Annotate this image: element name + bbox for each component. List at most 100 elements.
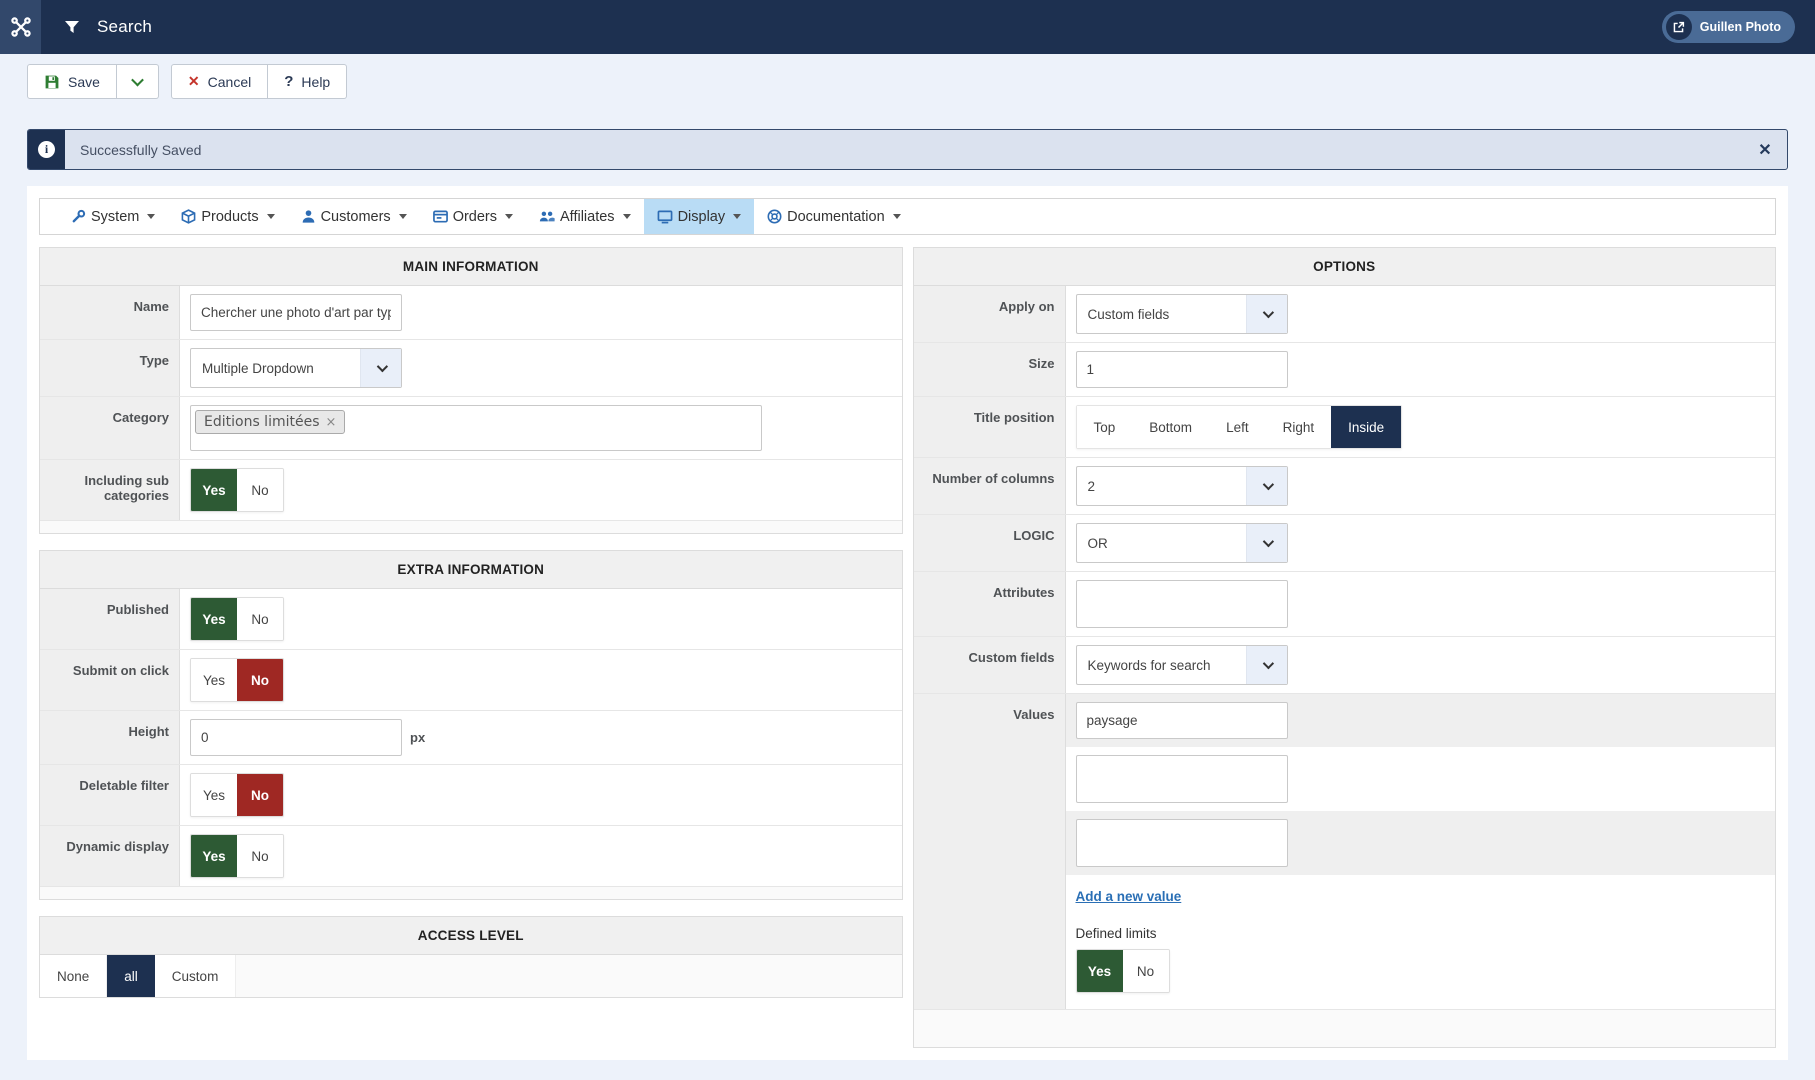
menu-item-documentation[interactable]: Documentation: [754, 199, 914, 234]
category-label: Category: [40, 397, 180, 459]
alert-message: Successfully Saved: [65, 130, 1743, 169]
type-label: Type: [40, 340, 180, 396]
toggle-yes[interactable]: Yes: [191, 469, 237, 511]
access-level-group: None all Custom: [40, 955, 902, 997]
row-height: Height px: [40, 711, 902, 765]
chevron-down-icon: [1262, 479, 1273, 490]
add-new-value-link[interactable]: Add a new value: [1076, 889, 1182, 904]
toggle-yes[interactable]: Yes: [1077, 950, 1123, 992]
row-logic: LOGIC OR: [914, 515, 1776, 572]
save-dropdown-toggle[interactable]: [117, 64, 159, 99]
card-list-icon: [433, 209, 448, 224]
apply-on-select[interactable]: Custom fields: [1076, 294, 1288, 334]
close-icon: ✕: [1758, 140, 1771, 160]
component-menu: System Products Customers: [39, 198, 1776, 235]
access-none-button[interactable]: None: [40, 955, 107, 997]
height-input[interactable]: [190, 719, 402, 756]
number-of-columns-select[interactable]: 2: [1076, 466, 1288, 506]
category-chip: Editions limitées ×: [195, 410, 345, 434]
extra-information-panel: EXTRA INFORMATION Published Yes No Submi…: [39, 550, 903, 900]
toggle-yes[interactable]: Yes: [191, 835, 237, 877]
toggle-yes[interactable]: Yes: [191, 598, 237, 640]
toggle-no[interactable]: No: [237, 659, 283, 701]
title-position-right[interactable]: Right: [1266, 406, 1332, 448]
caret-down-icon: [623, 214, 631, 219]
toggle-no[interactable]: No: [1123, 950, 1169, 992]
apply-on-label: Apply on: [914, 286, 1066, 342]
value-input-1[interactable]: [1076, 702, 1288, 739]
filter-icon[interactable]: [63, 18, 81, 36]
access-custom-button[interactable]: Custom: [155, 955, 237, 997]
alert-close-button[interactable]: ✕: [1743, 130, 1787, 169]
select-chevron-area: [1246, 467, 1287, 505]
toggle-no[interactable]: No: [237, 598, 283, 640]
chip-remove-icon[interactable]: ×: [326, 415, 337, 430]
panel-footer: [914, 1009, 1776, 1047]
attributes-input[interactable]: [1076, 580, 1288, 628]
select-chevron-area: [1246, 524, 1287, 562]
deletable-filter-label: Deletable filter: [40, 765, 180, 825]
title-position-bottom[interactable]: Bottom: [1132, 406, 1209, 448]
row-type: Type Multiple Dropdown: [40, 340, 902, 397]
row-submit-on-click: Submit on click Yes No: [40, 650, 902, 711]
help-button[interactable]: ? Help: [268, 64, 347, 99]
value-row: [1066, 747, 1776, 811]
external-link-icon: [1666, 14, 1692, 40]
site-preview-button[interactable]: Guillen Photo: [1662, 11, 1795, 43]
left-column: MAIN INFORMATION Name Type Multiple Drop…: [39, 247, 903, 1048]
monitor-icon: [657, 209, 673, 224]
custom-fields-select[interactable]: Keywords for search: [1076, 645, 1288, 685]
value-input-2[interactable]: [1076, 755, 1288, 803]
logic-select[interactable]: OR: [1076, 523, 1288, 563]
toggle-no[interactable]: No: [237, 835, 283, 877]
submit-on-click-label: Submit on click: [40, 650, 180, 710]
cancel-icon: ✕: [188, 73, 200, 90]
title-position-left[interactable]: Left: [1209, 406, 1266, 448]
toggle-no[interactable]: No: [237, 469, 283, 511]
value-row: [1066, 811, 1776, 875]
row-name: Name: [40, 286, 902, 340]
menu-item-orders[interactable]: Orders: [420, 199, 526, 234]
title-position-group: Top Bottom Left Right Inside: [1076, 405, 1403, 449]
caret-down-icon: [893, 214, 901, 219]
alert-icon-block: i: [28, 130, 65, 169]
access-all-button[interactable]: all: [107, 955, 155, 997]
dynamic-display-toggle: Yes No: [190, 834, 284, 878]
menu-item-affiliates[interactable]: Affiliates: [526, 199, 644, 234]
select-chevron-area: [1246, 646, 1287, 684]
size-input[interactable]: [1076, 351, 1288, 388]
toggle-no[interactable]: No: [237, 774, 283, 816]
cancel-button[interactable]: ✕ Cancel: [171, 64, 268, 99]
menu-label: System: [91, 209, 139, 225]
menu-item-customers[interactable]: Customers: [288, 199, 420, 234]
menu-label: Orders: [453, 209, 497, 225]
save-button-group: Save: [27, 64, 159, 99]
toggle-yes[interactable]: Yes: [191, 774, 237, 816]
value-input-3[interactable]: [1076, 819, 1288, 867]
submit-on-click-toggle: Yes No: [190, 658, 284, 702]
height-label: Height: [40, 711, 180, 764]
custom-fields-value: Keywords for search: [1077, 658, 1246, 673]
title-position-inside[interactable]: Inside: [1331, 406, 1401, 448]
help-label: Help: [301, 74, 330, 90]
name-input[interactable]: [190, 294, 402, 331]
toggle-yes[interactable]: Yes: [191, 659, 237, 701]
help-icon: ?: [284, 73, 293, 90]
joomla-logo[interactable]: [0, 0, 41, 54]
row-category: Category Editions limitées ×: [40, 397, 902, 460]
toolbar: Save ✕ Cancel ? Help: [0, 54, 1815, 107]
select-chevron-area: [1246, 295, 1287, 333]
menu-item-products[interactable]: Products: [168, 199, 287, 234]
category-multiselect[interactable]: Editions limitées ×: [190, 405, 762, 451]
save-button[interactable]: Save: [27, 64, 117, 99]
cancel-help-group: ✕ Cancel ? Help: [171, 64, 347, 99]
panel-footer: [40, 521, 902, 533]
menu-item-system[interactable]: System: [58, 199, 168, 234]
menu-item-display[interactable]: Display: [644, 199, 755, 234]
title-position-top[interactable]: Top: [1077, 406, 1133, 448]
chevron-down-icon: [377, 361, 388, 372]
row-title-position: Title position Top Bottom Left Right Ins…: [914, 397, 1776, 458]
defined-limits-toggle: Yes No: [1076, 949, 1170, 993]
type-select[interactable]: Multiple Dropdown: [190, 348, 402, 388]
caret-down-icon: [505, 214, 513, 219]
